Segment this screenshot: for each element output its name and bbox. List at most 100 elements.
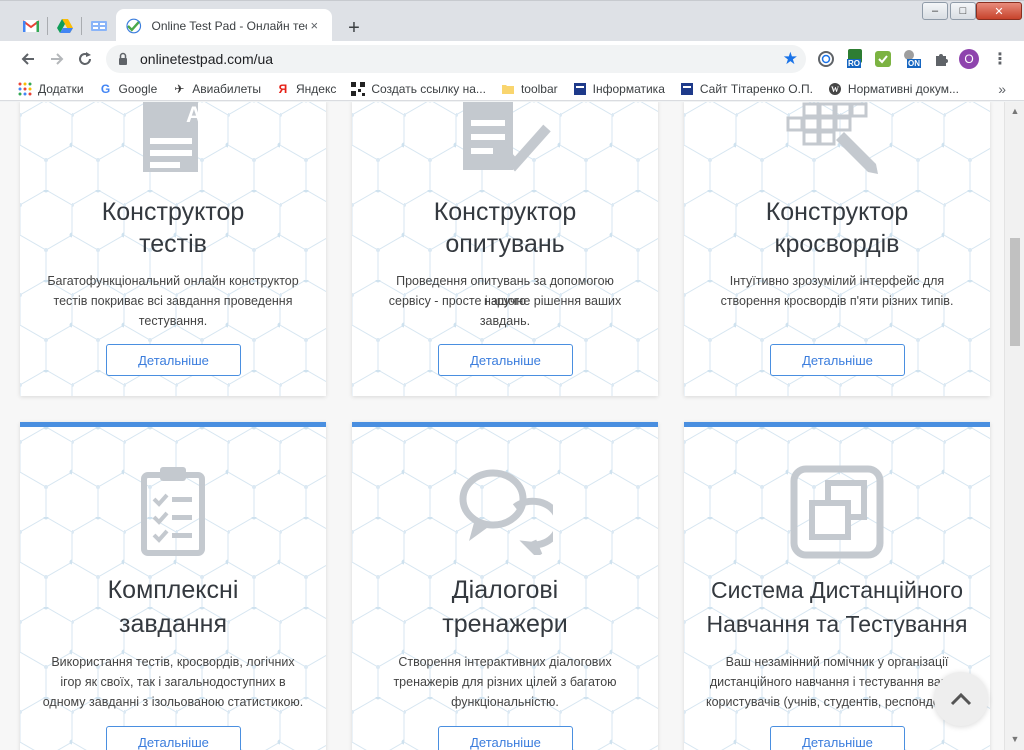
card-description: сервісу - просте і зручне рішення ваших xyxy=(388,294,622,308)
details-button[interactable]: Детальніше xyxy=(770,726,905,750)
bookmark-google[interactable]: G Google xyxy=(99,81,158,96)
bookmark-label: Авиабилеты xyxy=(192,81,261,96)
google-drive-icon xyxy=(57,18,73,33)
bookmark-aviabilety[interactable]: ✈ Авиабилеты xyxy=(172,82,261,96)
address-bar[interactable]: onlinetestpad.com/ua ★ xyxy=(106,45,806,73)
details-button[interactable]: Детальніше xyxy=(106,726,241,750)
new-tab-button[interactable]: + xyxy=(341,15,367,41)
card-title: Конструктор xyxy=(765,198,909,226)
scroll-up-arrow-icon[interactable]: ▲ xyxy=(1009,106,1021,118)
extension-ro[interactable]: RO xyxy=(845,49,865,69)
survey-check-icon xyxy=(463,102,551,172)
chevron-up-icon xyxy=(950,692,972,706)
bookmark-informatyka[interactable]: Інформатика xyxy=(573,82,665,96)
yandex-icon: Я xyxy=(278,81,288,96)
qr-icon xyxy=(351,81,366,96)
card-description: Багатофункціональний онлайн конструктор xyxy=(47,274,299,288)
card-crossword-constructor: Конструктор кросвордів Інтуїтивно зрозум… xyxy=(684,102,990,396)
details-button[interactable]: Детальніше xyxy=(106,344,241,376)
card-description: ігор як своїх, так і загальнодоступних в xyxy=(60,675,286,689)
extension-on[interactable]: ON xyxy=(903,49,923,69)
profile-avatar[interactable]: O xyxy=(959,49,979,69)
card-survey-constructor: Конструктор опитувань Проведення опитува… xyxy=(352,102,658,396)
arrow-right-icon xyxy=(51,53,64,65)
close-window-button[interactable]: ✕ xyxy=(976,2,1022,20)
google-icon: G xyxy=(100,81,111,96)
site-icon xyxy=(573,82,586,95)
bookmark-titarenko[interactable]: Сайт Тітаренко О.П. xyxy=(680,82,813,96)
puzzle-green-icon xyxy=(875,51,891,67)
browser-menu-icon[interactable]: ⋮ xyxy=(992,49,1008,69)
details-button[interactable]: Детальніше xyxy=(438,726,573,750)
pinned-tab-app[interactable] xyxy=(82,9,116,42)
page-viewport: A Конструктор тестів Багатофункціональни… xyxy=(0,102,1004,750)
site-icon xyxy=(680,82,693,95)
card-title: завдання xyxy=(118,610,227,638)
svg-text:A: A xyxy=(186,102,202,127)
bookmark-label: Додатки xyxy=(38,81,84,96)
card-title: Конструктор xyxy=(433,198,577,226)
pinned-tab-gmail[interactable] xyxy=(14,9,48,42)
folder-icon xyxy=(501,84,514,94)
card-dialog-trainers: Діалогові тренажери Створення інтерактив… xyxy=(352,422,658,750)
crossword-pencil-icon xyxy=(786,102,878,174)
scroll-down-arrow-icon[interactable]: ▼ xyxy=(1009,734,1021,746)
lock-icon xyxy=(119,52,127,65)
ro-badge: RO xyxy=(847,59,861,68)
extension-green[interactable] xyxy=(873,49,893,69)
card-title: Система Дистанційного xyxy=(710,577,963,603)
details-button[interactable]: Детальніше xyxy=(770,344,905,376)
svg-text:W: W xyxy=(831,85,839,94)
scrollbar-thumb[interactable] xyxy=(1010,238,1020,346)
card-description: Ваш незамінний помічник у організації xyxy=(725,655,949,669)
circle-extension-icon xyxy=(818,51,834,67)
bookmark-apps[interactable]: Додатки xyxy=(18,82,84,96)
details-button[interactable]: Детальніше xyxy=(438,344,573,376)
card-title: тестів xyxy=(139,230,207,258)
card-title: Конструктор xyxy=(101,198,245,226)
card-description: функціональністю. xyxy=(451,695,559,709)
plane-icon: ✈ xyxy=(174,81,185,96)
card-title: Комплексні xyxy=(107,576,239,604)
extensions-menu-button[interactable] xyxy=(931,49,951,69)
back-button[interactable] xyxy=(14,45,42,73)
arrow-left-icon xyxy=(21,53,34,65)
page-scrollbar[interactable]: ▲ ▼ xyxy=(1004,102,1024,750)
bookmark-label: Создать ссылку на... xyxy=(371,81,486,96)
forward-button[interactable] xyxy=(43,45,71,73)
tab-online-test-pad[interactable]: Online Test Pad - Онлайн тести, × xyxy=(116,9,332,42)
card-title: опитувань xyxy=(445,230,565,258)
bookmark-label: Сайт Тітаренко О.П. xyxy=(699,81,813,96)
app-grid-icon xyxy=(91,20,107,31)
bookmark-star-icon[interactable]: ★ xyxy=(783,49,798,69)
test-document-icon: A xyxy=(143,102,202,172)
scroll-to-top-button[interactable] xyxy=(934,672,988,726)
maximize-button[interactable]: □ xyxy=(950,2,976,20)
reload-button[interactable] xyxy=(71,45,99,73)
bookmark-label: toolbar xyxy=(520,81,558,96)
pinned-tab-drive[interactable] xyxy=(48,9,82,42)
card-description: тестування. xyxy=(138,314,208,328)
card-description: Створення інтерактивних діалогових xyxy=(398,655,612,669)
card-description: створення кросвордів п'яти різних типів. xyxy=(720,294,954,308)
reload-icon xyxy=(79,52,91,65)
bookmark-qr[interactable]: Создать ссылку на... xyxy=(351,81,486,96)
card-test-constructor: A Конструктор тестів Багатофункціональни… xyxy=(20,102,326,396)
browser-toolbar: onlinetestpad.com/ua ★ RO ON O ⋮ xyxy=(0,41,1024,77)
bookmark-folder-toolbar[interactable]: toolbar xyxy=(501,82,558,96)
card-description: тренажерів для різних цілей з багатою xyxy=(393,675,617,689)
apps-grid-icon xyxy=(18,82,32,95)
bookmark-label: Google xyxy=(118,81,158,96)
tab-close-icon[interactable]: × xyxy=(307,18,323,33)
bookmark-yandex[interactable]: Я Яндекс xyxy=(276,81,337,96)
card-description: Використання тестів, кросвордів, логічни… xyxy=(51,655,295,669)
bookmark-normatyvni[interactable]: W Нормативні докум... xyxy=(828,82,959,96)
extension-circle[interactable] xyxy=(816,49,836,69)
card-description: користувачів (учнів, студентів, респонде… xyxy=(706,695,968,709)
minimize-button[interactable]: – xyxy=(922,2,948,20)
card-description: Інтуїтивно зрозумілий інтерфейс для xyxy=(729,274,945,288)
card-title: Діалогові xyxy=(451,576,559,604)
tab-title: Online Test Pad - Онлайн тести, xyxy=(151,18,307,33)
bookmark-label: Нормативні докум... xyxy=(847,81,959,96)
bookmarks-overflow-button[interactable]: » xyxy=(998,81,1006,97)
